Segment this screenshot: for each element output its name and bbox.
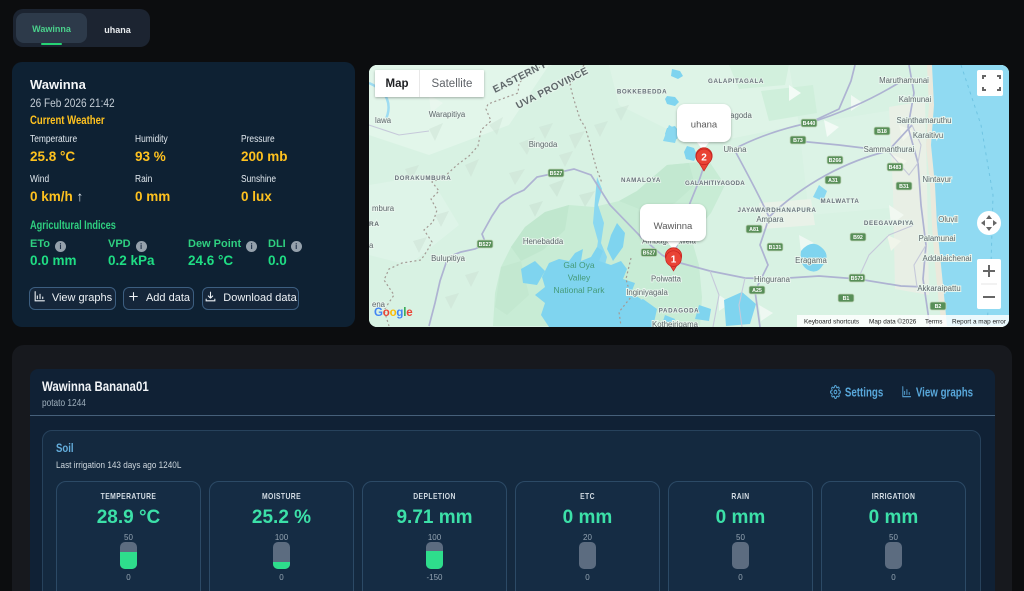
svg-text:Keyboard shortcuts: Keyboard shortcuts: [804, 319, 859, 326]
svg-text:DORAKUMBURA: DORAKUMBURA: [395, 175, 452, 182]
svg-text:PADAGODA: PADAGODA: [659, 308, 699, 315]
svg-text:Satellite: Satellite: [432, 78, 473, 90]
svg-text:agoda: agoda: [730, 111, 752, 120]
svg-text:GALAHITIYAGODA: GALAHITIYAGODA: [685, 180, 745, 187]
svg-text:A81: A81: [749, 227, 759, 233]
svg-text:Report a map error: Report a map error: [952, 319, 1007, 326]
svg-text:Addalaichenai: Addalaichenai: [923, 254, 972, 263]
svg-text:DEEGAVAPIYA: DEEGAVAPIYA: [864, 220, 914, 227]
svg-text:Hingurana: Hingurana: [754, 275, 791, 284]
svg-text:NAMALOYA: NAMALOYA: [621, 177, 661, 184]
svg-text:BOKKEBEDDA: BOKKEBEDDA: [617, 89, 667, 96]
svg-text:National Park: National Park: [553, 285, 605, 295]
svg-text:Sammanthurai: Sammanthurai: [864, 145, 915, 154]
svg-text:B31: B31: [899, 184, 909, 190]
svg-text:Kalmunai: Kalmunai: [899, 95, 932, 104]
svg-text:B440: B440: [803, 121, 816, 127]
svg-text:B527: B527: [643, 251, 656, 257]
svg-text:Sainthamaruthu: Sainthamaruthu: [896, 116, 951, 125]
svg-text:Ampara: Ampara: [756, 215, 784, 224]
svg-text:uhana: uhana: [691, 120, 718, 131]
svg-text:Henebadda: Henebadda: [523, 237, 564, 246]
svg-text:Nintavur: Nintavur: [922, 175, 951, 184]
svg-text:Oluvil: Oluvil: [938, 215, 958, 224]
svg-text:2: 2: [701, 153, 707, 164]
svg-text:Polwatta: Polwatta: [651, 275, 682, 284]
svg-text:B1: B1: [843, 296, 850, 302]
svg-text:Akkaraipattu: Akkaraipattu: [917, 284, 960, 293]
svg-text:Uhana: Uhana: [724, 145, 748, 154]
svg-text:Valley: Valley: [568, 273, 591, 283]
svg-text:Eragama: Eragama: [795, 256, 827, 265]
svg-text:JAYAWARDHANAPURA: JAYAWARDHANAPURA: [738, 207, 817, 214]
svg-text:lawa: lawa: [375, 116, 392, 125]
svg-text:Map: Map: [386, 78, 409, 90]
svg-text:Bingoda: Bingoda: [529, 140, 558, 149]
svg-text:B2: B2: [935, 304, 942, 310]
svg-text:Maruthamunai: Maruthamunai: [879, 76, 929, 85]
svg-text:Map data ©2026: Map data ©2026: [869, 318, 917, 326]
svg-text:B573: B573: [851, 276, 864, 282]
svg-text:B266: B266: [829, 158, 842, 164]
svg-text:GALAPITAGALA: GALAPITAGALA: [708, 78, 764, 85]
svg-text:Palamunai: Palamunai: [919, 234, 956, 243]
svg-text:1: 1: [671, 254, 677, 265]
svg-text:B527: B527: [550, 171, 563, 177]
svg-text:RA: RA: [369, 221, 380, 228]
svg-text:B73: B73: [793, 138, 803, 144]
svg-text:A31: A31: [828, 178, 838, 184]
svg-text:B18: B18: [877, 129, 887, 135]
svg-text:Bulupitiya: Bulupitiya: [431, 254, 465, 263]
svg-text:MALWATTA: MALWATTA: [821, 198, 860, 205]
svg-text:B92: B92: [853, 235, 863, 241]
svg-text:B483: B483: [889, 165, 902, 171]
svg-text:Karaitivu: Karaitivu: [913, 131, 943, 140]
svg-text:a: a: [369, 241, 374, 250]
svg-text:A25: A25: [752, 288, 762, 294]
svg-text:Kotheirigama: Kotheirigama: [652, 320, 699, 327]
svg-text:Google: Google: [374, 307, 412, 319]
svg-text:B527: B527: [479, 242, 492, 248]
svg-text:Gal Oya: Gal Oya: [563, 260, 594, 270]
svg-text:Wawinna: Wawinna: [654, 221, 693, 232]
svg-text:Warapitiya: Warapitiya: [429, 110, 466, 119]
svg-text:mbura: mbura: [372, 204, 395, 213]
svg-text:B131: B131: [769, 245, 782, 251]
svg-text:Terms: Terms: [925, 319, 942, 326]
svg-text:Inginiyagala: Inginiyagala: [626, 288, 668, 297]
